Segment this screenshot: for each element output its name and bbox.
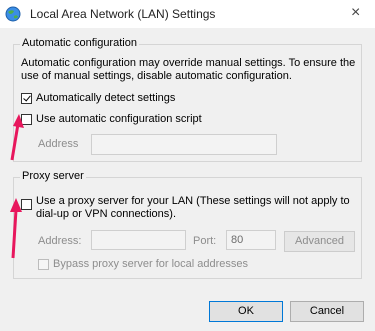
script-address-label: Address (38, 138, 79, 150)
auto-detect-label[interactable]: Automatically detect settings (36, 92, 175, 105)
advanced-button[interactable]: Advanced (284, 231, 355, 252)
proxy-address-input[interactable] (91, 230, 186, 250)
use-script-label[interactable]: Use automatic configuration script (36, 113, 202, 126)
script-address-input[interactable] (91, 134, 277, 155)
auto-config-description-2: use of manual settings, disable automati… (21, 70, 292, 82)
close-button[interactable]: × (351, 4, 360, 22)
window-title: Local Area Network (LAN) Settings (30, 7, 216, 21)
auto-detect-checkbox[interactable] (21, 93, 32, 104)
use-proxy-label-1[interactable]: Use a proxy server for your LAN (These s… (36, 195, 350, 208)
cancel-button[interactable]: Cancel (290, 301, 364, 322)
auto-config-description-1: Automatic configuration may override man… (21, 57, 356, 69)
proxy-address-label: Address: (38, 235, 82, 247)
proxy-port-label: Port: (193, 235, 217, 247)
globe-network-icon (5, 6, 21, 22)
ok-button[interactable]: OK (209, 301, 283, 322)
annotation-arrow-icon (10, 114, 24, 161)
group-legend-proxy: Proxy server (20, 170, 86, 182)
annotation-arrow-icon (10, 198, 22, 259)
use-proxy-label-2[interactable]: dial-up or VPN connections). (36, 208, 176, 221)
bypass-local-checkbox[interactable] (38, 259, 49, 270)
proxy-port-input[interactable]: 80 (226, 230, 276, 250)
title-bar: Local Area Network (LAN) Settings × (0, 0, 375, 28)
group-legend-automatic: Automatic configuration (20, 37, 139, 49)
bypass-local-label[interactable]: Bypass proxy server for local addresses (53, 258, 248, 271)
